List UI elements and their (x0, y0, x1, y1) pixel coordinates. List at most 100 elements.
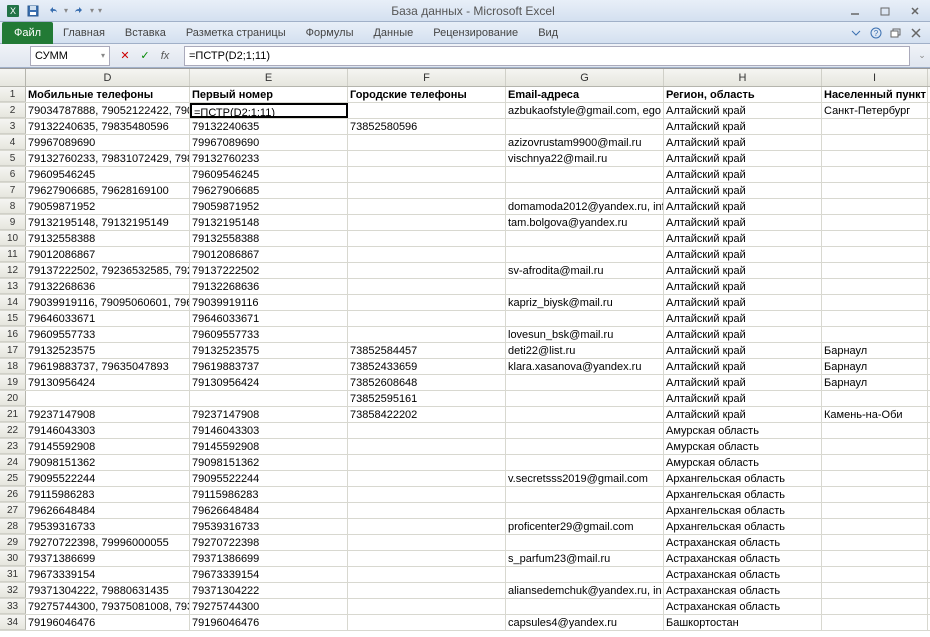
undo-dropdown[interactable]: ▾ (64, 6, 68, 15)
cell[interactable]: 79039919116, 79095060601, 7963 (26, 295, 190, 310)
cell[interactable]: 79609557733 (190, 327, 348, 342)
col-header-F[interactable]: F (348, 69, 506, 86)
cell[interactable] (822, 519, 928, 534)
row-header[interactable]: 24 (0, 455, 26, 470)
cell[interactable]: Алтайский край (664, 279, 822, 294)
cell[interactable]: 79626648484 (26, 503, 190, 518)
minimize-button[interactable] (844, 4, 866, 18)
row-header[interactable]: 2 (0, 103, 26, 118)
cell[interactable] (822, 247, 928, 262)
cell[interactable] (506, 279, 664, 294)
formula-bar-input[interactable]: =ПСТР(D2;1;11) (184, 46, 910, 66)
cell[interactable]: 79132760233, 79831072429, 7983 (26, 151, 190, 166)
cell[interactable]: 73852608648 (348, 375, 506, 390)
cell[interactable]: Алтайский край (664, 183, 822, 198)
row-header[interactable]: 17 (0, 343, 26, 358)
cell[interactable]: Мобильные телефоны (26, 87, 190, 102)
cell[interactable]: =ПСТР(D2;1;11) (190, 103, 348, 118)
row-header[interactable]: 27 (0, 503, 26, 518)
cell[interactable]: 79646033671 (190, 311, 348, 326)
cell[interactable]: 79627906685 (190, 183, 348, 198)
cell[interactable] (822, 535, 928, 550)
tab-data[interactable]: Данные (363, 22, 423, 44)
cell[interactable]: v.secretsss2019@gmail.com (506, 471, 664, 486)
cell[interactable]: 79275744300, 79375081008, 7937 (26, 599, 190, 614)
cell[interactable]: s_parfum23@mail.ru (506, 551, 664, 566)
cell[interactable] (822, 471, 928, 486)
col-header-I[interactable]: I (822, 69, 928, 86)
cell[interactable]: klara.xasanova@yandex.ru (506, 359, 664, 374)
cell[interactable] (506, 311, 664, 326)
cell[interactable] (348, 455, 506, 470)
cell[interactable]: 79626648484 (190, 503, 348, 518)
cell[interactable]: 79275744300 (190, 599, 348, 614)
cell[interactable]: 79137222502, 79236532585, 7923 (26, 263, 190, 278)
cell[interactable]: azbukaofstyle@gmail.com, ego (506, 103, 664, 118)
cell[interactable]: Амурская область (664, 439, 822, 454)
row-header[interactable]: 26 (0, 487, 26, 502)
cell[interactable] (348, 327, 506, 342)
cell[interactable]: 79132195148 (190, 215, 348, 230)
cell[interactable]: Архангельская область (664, 519, 822, 534)
cell[interactable]: 79673339154 (190, 567, 348, 582)
cell[interactable] (822, 439, 928, 454)
file-tab[interactable]: Файл (2, 22, 53, 44)
cell[interactable]: Email-адреса (506, 87, 664, 102)
cell[interactable] (506, 231, 664, 246)
col-header-D[interactable]: D (26, 69, 190, 86)
cell[interactable] (822, 583, 928, 598)
cell[interactable]: vischnya22@mail.ru (506, 151, 664, 166)
cell[interactable]: Архангельская область (664, 503, 822, 518)
cell[interactable] (348, 583, 506, 598)
confirm-formula-button[interactable]: ✓ (136, 47, 154, 65)
tab-home[interactable]: Главная (53, 22, 115, 44)
cell[interactable]: Алтайский край (664, 215, 822, 230)
cell[interactable]: 79132240635, 79835480596 (26, 119, 190, 134)
cell[interactable]: Амурская область (664, 423, 822, 438)
row-header[interactable]: 9 (0, 215, 26, 230)
tab-review[interactable]: Рецензирование (423, 22, 528, 44)
cell[interactable]: Алтайский край (664, 167, 822, 182)
cell[interactable]: 79012086867 (26, 247, 190, 262)
cell[interactable]: Алтайский край (664, 375, 822, 390)
cell[interactable] (506, 407, 664, 422)
row-header[interactable]: 1 (0, 87, 26, 102)
cell[interactable] (822, 151, 928, 166)
formula-bar-expand[interactable]: ⌄ (914, 50, 930, 61)
row-header[interactable]: 7 (0, 183, 26, 198)
cell[interactable] (822, 503, 928, 518)
row-header[interactable]: 25 (0, 471, 26, 486)
cell[interactable] (822, 391, 928, 406)
cell[interactable] (348, 151, 506, 166)
cell[interactable]: 79673339154 (26, 567, 190, 582)
row-header[interactable]: 11 (0, 247, 26, 262)
tab-view[interactable]: Вид (528, 22, 568, 44)
cell[interactable]: Алтайский край (664, 231, 822, 246)
cell[interactable] (506, 439, 664, 454)
cell[interactable]: Астраханская область (664, 599, 822, 614)
cell[interactable] (506, 167, 664, 182)
cell[interactable]: 73858422202 (348, 407, 506, 422)
cell[interactable] (506, 391, 664, 406)
name-box[interactable]: СУММ ▾ (30, 46, 110, 66)
cell[interactable]: 73852595161 (348, 391, 506, 406)
cell[interactable] (348, 487, 506, 502)
cell[interactable] (822, 231, 928, 246)
cell[interactable] (506, 567, 664, 582)
cell[interactable]: 79539316733 (26, 519, 190, 534)
row-header[interactable]: 13 (0, 279, 26, 294)
cell[interactable]: 79196046476 (26, 615, 190, 630)
cell[interactable] (348, 231, 506, 246)
cell[interactable]: sv-afrodita@mail.ru (506, 263, 664, 278)
cell[interactable]: Астраханская область (664, 535, 822, 550)
cell[interactable]: 79098151362 (190, 455, 348, 470)
row-header[interactable]: 16 (0, 327, 26, 342)
cell[interactable]: Алтайский край (664, 327, 822, 342)
row-header[interactable]: 8 (0, 199, 26, 214)
cell[interactable]: 79132195148, 79132195149 (26, 215, 190, 230)
cell[interactable]: 79967089690 (190, 135, 348, 150)
cell[interactable]: 79371386699 (190, 551, 348, 566)
cell[interactable]: 79059871952 (26, 199, 190, 214)
tab-insert[interactable]: Вставка (115, 22, 176, 44)
cell[interactable] (506, 119, 664, 134)
